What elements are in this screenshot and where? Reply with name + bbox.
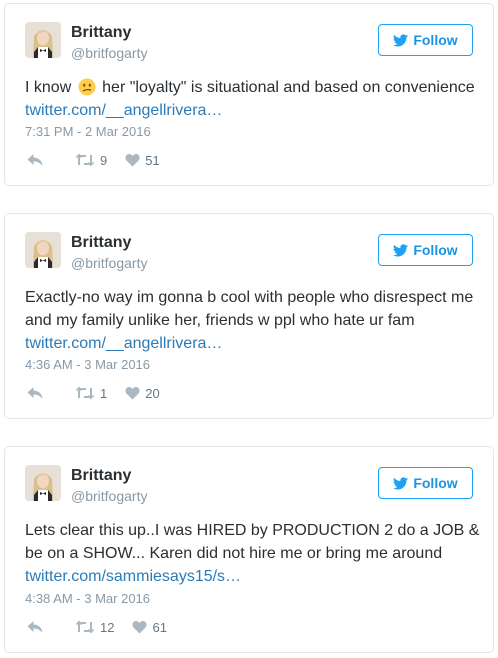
reply-button[interactable] bbox=[27, 620, 43, 634]
user-handle[interactable]: @britfogarty bbox=[71, 45, 147, 61]
follow-button[interactable]: Follow bbox=[378, 467, 473, 499]
display-name[interactable]: Brittany bbox=[71, 467, 131, 485]
tweet-text-part: I know bbox=[25, 79, 72, 96]
like-button[interactable]: 51 bbox=[125, 152, 160, 168]
tweet-text: Lets clear this up..I was HIRED by PRODU… bbox=[25, 519, 480, 588]
tweet-text: I know her "loyalty" is situational and … bbox=[25, 76, 480, 122]
heart-icon bbox=[125, 153, 140, 167]
retweet-icon bbox=[75, 153, 95, 167]
tweet-link[interactable]: twitter.com/__angellrivera… bbox=[25, 335, 222, 352]
heart-icon bbox=[132, 620, 147, 634]
tweet-card: Brittany @britfogarty Follow Lets clear … bbox=[4, 446, 494, 653]
display-name[interactable]: Brittany bbox=[71, 234, 131, 252]
like-button[interactable]: 61 bbox=[132, 619, 167, 635]
tweet-actions: 12 61 bbox=[27, 617, 167, 637]
follow-label: Follow bbox=[413, 242, 458, 258]
follow-button[interactable]: Follow bbox=[378, 24, 473, 56]
twitter-bird-icon bbox=[393, 243, 409, 257]
avatar[interactable] bbox=[25, 232, 61, 268]
retweet-icon bbox=[75, 620, 95, 634]
confused-emoji-icon bbox=[78, 78, 96, 96]
display-name[interactable]: Brittany bbox=[71, 24, 131, 42]
user-handle[interactable]: @britfogarty bbox=[71, 255, 147, 271]
retweet-button[interactable]: 12 bbox=[75, 620, 114, 635]
tweet-actions: 1 20 bbox=[27, 383, 160, 403]
heart-icon bbox=[125, 386, 140, 400]
user-handle[interactable]: @britfogarty bbox=[71, 488, 147, 504]
retweet-count: 1 bbox=[100, 385, 108, 401]
tweet-link[interactable]: twitter.com/__angellrivera… bbox=[25, 102, 222, 119]
tweet-text-part: Lets clear this up..I was HIRED by PRODU… bbox=[25, 522, 480, 562]
reply-icon bbox=[27, 387, 43, 399]
tweet-card: Brittany @britfogarty Follow I know her … bbox=[4, 3, 494, 186]
tweet-link[interactable]: twitter.com/sammiesays15/s… bbox=[25, 568, 241, 585]
tweet-card: Brittany @britfogarty Follow Exactly-no … bbox=[4, 213, 494, 419]
reply-icon bbox=[27, 621, 43, 633]
like-count: 20 bbox=[145, 385, 160, 401]
avatar[interactable] bbox=[25, 22, 61, 58]
retweet-button[interactable]: 1 bbox=[75, 386, 107, 401]
tweet-timestamp[interactable]: 7:31 PM - 2 Mar 2016 bbox=[25, 124, 151, 139]
retweet-icon bbox=[75, 386, 95, 400]
follow-button[interactable]: Follow bbox=[378, 234, 473, 266]
tweet-text: Exactly-no way im gonna b cool with peop… bbox=[25, 286, 480, 355]
avatar[interactable] bbox=[25, 465, 61, 501]
like-count: 61 bbox=[152, 619, 167, 635]
reply-button[interactable] bbox=[27, 153, 43, 167]
like-count: 51 bbox=[145, 152, 160, 168]
tweet-timestamp[interactable]: 4:36 AM - 3 Mar 2016 bbox=[25, 357, 150, 372]
tweet-timestamp[interactable]: 4:38 AM - 3 Mar 2016 bbox=[25, 591, 150, 606]
retweet-button[interactable]: 9 bbox=[75, 153, 107, 168]
twitter-bird-icon bbox=[393, 33, 409, 47]
retweet-count: 12 bbox=[100, 619, 115, 635]
like-button[interactable]: 20 bbox=[125, 385, 160, 401]
tweet-text-part: Exactly-no way im gonna b cool with peop… bbox=[25, 289, 474, 329]
follow-label: Follow bbox=[413, 475, 458, 491]
twitter-bird-icon bbox=[393, 476, 409, 490]
reply-button[interactable] bbox=[27, 386, 43, 400]
reply-icon bbox=[27, 154, 43, 166]
follow-label: Follow bbox=[413, 32, 458, 48]
tweet-text-part: her "loyalty" is situational and based o… bbox=[102, 79, 475, 96]
tweet-actions: 9 51 bbox=[27, 150, 160, 170]
retweet-count: 9 bbox=[100, 152, 108, 168]
